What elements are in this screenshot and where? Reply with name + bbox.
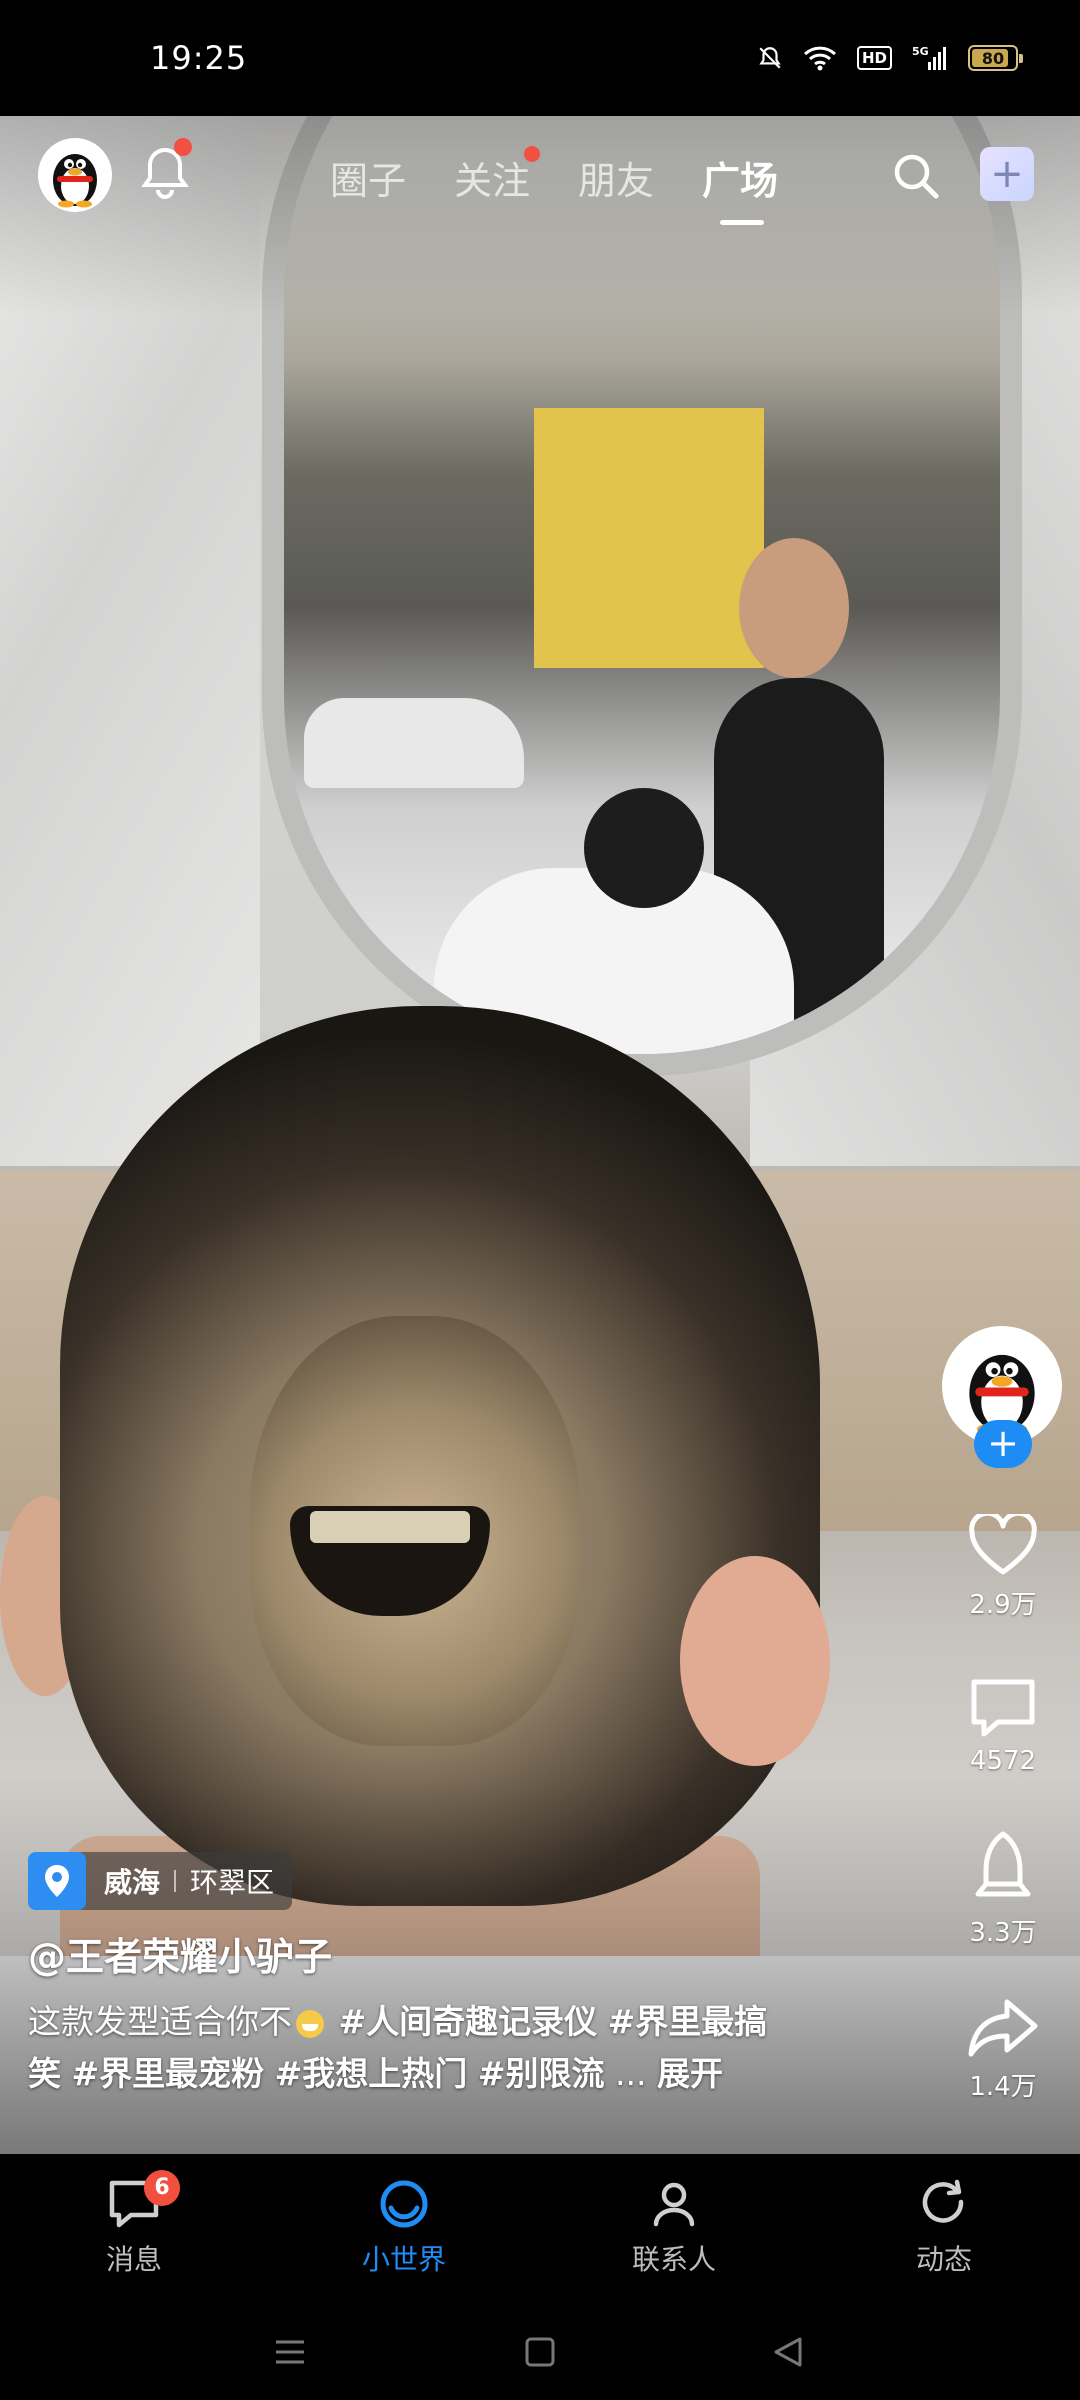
contacts-icon: [653, 2182, 695, 2227]
hair-face-teeth: [310, 1511, 470, 1543]
small-world-icon: [380, 2180, 428, 2228]
divider: [174, 1870, 177, 1892]
location-pin-icon: [28, 1852, 86, 1910]
battery-icon: 80: [968, 45, 1023, 71]
create-post-button[interactable]: +: [980, 147, 1034, 201]
nav-moments[interactable]: 动态: [874, 2178, 1014, 2278]
tab-label: 圈子: [330, 159, 407, 203]
hd-icon: HD: [856, 46, 892, 70]
home-icon[interactable]: [522, 2334, 558, 2370]
moments-icon: [922, 2179, 964, 2223]
nav-label: 动态: [915, 2243, 972, 2276]
tab-label: 朋友: [578, 159, 655, 203]
share-button[interactable]: 1.4万: [940, 1996, 1066, 2103]
nav-label: 联系人: [631, 2243, 716, 2276]
svg-text:5G: 5G: [912, 45, 929, 58]
hashtag[interactable]: #界里最宠粉: [72, 2054, 265, 2093]
back-icon[interactable]: [770, 2334, 806, 2370]
comment-button[interactable]: 4572: [940, 1676, 1066, 1776]
like-count: 2.9万: [969, 1590, 1037, 1620]
bottom-nav: 6 消息 小世界 联系人 动态: [0, 2154, 1080, 2304]
ear: [680, 1556, 830, 1766]
nav-contacts[interactable]: 联系人: [604, 2178, 744, 2278]
like-button[interactable]: 2.9万: [940, 1514, 1066, 1621]
notification-dot: [524, 146, 541, 162]
status-icons: HD 5G 80: [757, 44, 1023, 72]
nav-small-world[interactable]: 小世界: [334, 2178, 474, 2278]
battery-level: 80: [981, 48, 1005, 68]
nav-label: 消息: [105, 2243, 162, 2276]
hashtag[interactable]: #别限流: [478, 2054, 605, 2093]
push-count: 3.3万: [969, 1918, 1037, 1948]
status-bar: 19:25 HD 5G 80: [0, 0, 1080, 116]
notification-dot: [174, 138, 192, 156]
hashtag[interactable]: #我想上热门: [275, 2054, 468, 2093]
signal-5g-icon: 5G: [912, 45, 946, 70]
tab-circles[interactable]: 圈子: [330, 150, 406, 205]
location-city: 威海: [104, 1866, 161, 1899]
expand-link[interactable]: 展开: [657, 2054, 723, 2093]
status-time: 19:25: [150, 39, 248, 77]
tab-square[interactable]: 广场: [702, 150, 779, 225]
menu-icon[interactable]: [272, 2334, 308, 2370]
follow-button[interactable]: +: [974, 1420, 1032, 1468]
share-icon: [968, 1999, 1038, 2057]
tab-following[interactable]: 关注: [454, 146, 541, 205]
share-count: 1.4万: [969, 2072, 1037, 2102]
caption-text: 这款发型适合你不: [28, 2002, 292, 2041]
nav-label: 小世界: [361, 2243, 446, 2276]
tab-label: 广场: [702, 159, 779, 203]
heart-icon: [969, 1514, 1037, 1575]
tab-bar: 圈子 关注 朋友 广场: [330, 146, 779, 225]
search-icon[interactable]: [890, 150, 942, 202]
post-caption[interactable]: 这款发型适合你不 #人间奇趣记录仪 #界里最搞笑 #界里最宠粉 #我想上热门 #…: [28, 1996, 798, 2100]
location-chip[interactable]: 威海 环翠区: [28, 1852, 293, 1910]
qq-penguin-icon[interactable]: [38, 138, 112, 212]
comment-count: 4572: [969, 1746, 1037, 1776]
top-nav: 圈子 关注 朋友 广场 +: [0, 116, 1080, 236]
caption-ellipsis: ...: [614, 2054, 647, 2093]
tab-label: 关注: [454, 159, 531, 203]
location-district: 环翠区: [190, 1866, 275, 1899]
unread-badge: 6: [144, 2170, 180, 2206]
bell-icon[interactable]: [140, 138, 192, 200]
wifi-icon: [803, 46, 837, 71]
system-nav-bar: [0, 2304, 1080, 2400]
comment-icon: [971, 1679, 1035, 1737]
grin-emoji-icon: [296, 2009, 324, 2038]
mute-bell-icon: [759, 47, 781, 69]
tab-friends[interactable]: 朋友: [578, 150, 654, 205]
video-player[interactable]: [0, 116, 1080, 2154]
push-button[interactable]: 3.3万: [940, 1830, 1066, 1949]
bell-rocket-icon: [975, 1831, 1031, 1897]
nav-messages[interactable]: 6 消息: [64, 2170, 204, 2278]
author-name[interactable]: @王者荣耀小驴子: [28, 1926, 332, 1981]
hashtag[interactable]: #人间奇趣记录仪: [339, 2002, 598, 2041]
